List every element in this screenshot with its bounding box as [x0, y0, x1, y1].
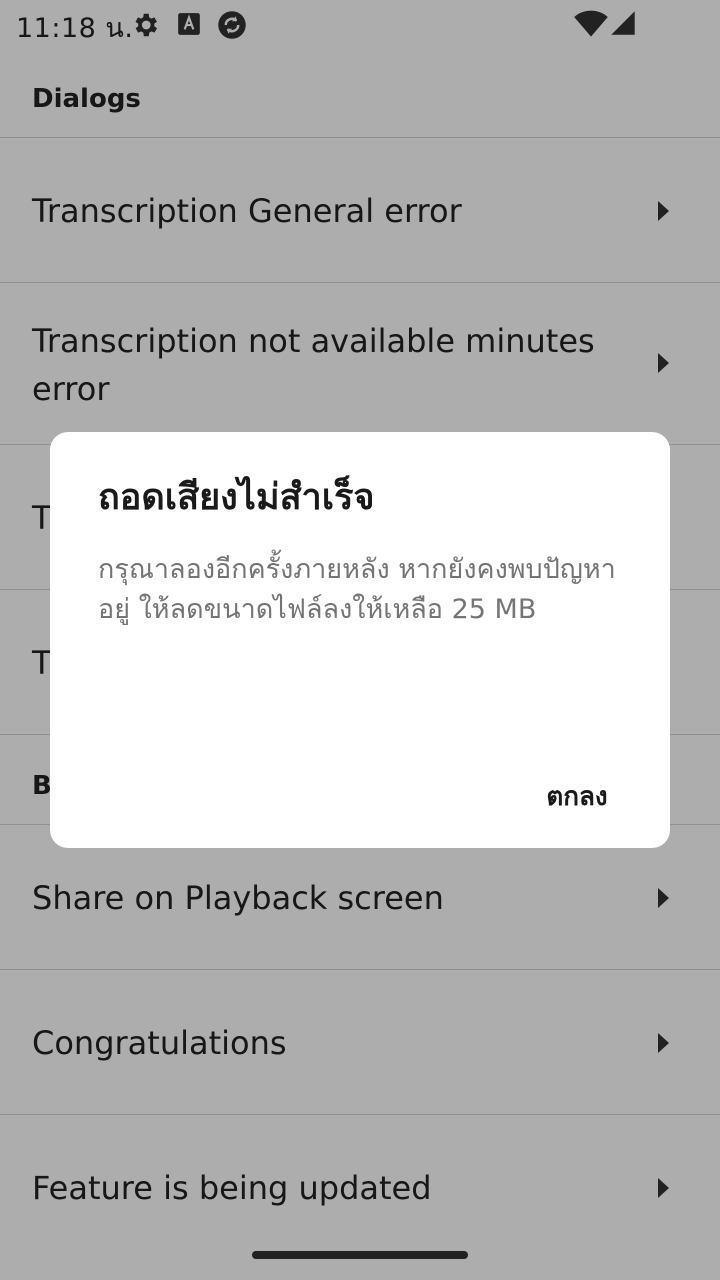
alert-dialog: ถอดเสียงไม่สำเร็จ กรุณาลองอีกครั้งภายหลั…	[50, 432, 670, 848]
home-indicator[interactable]	[252, 1251, 468, 1259]
ok-button[interactable]: ตกลง	[522, 772, 632, 822]
dialog-message: กรุณาลองอีกครั้งภายหลัง หากยังคงพบปัญหาอ…	[98, 554, 616, 625]
dialog-title: ถอดเสียงไม่สำเร็จ	[98, 477, 375, 518]
